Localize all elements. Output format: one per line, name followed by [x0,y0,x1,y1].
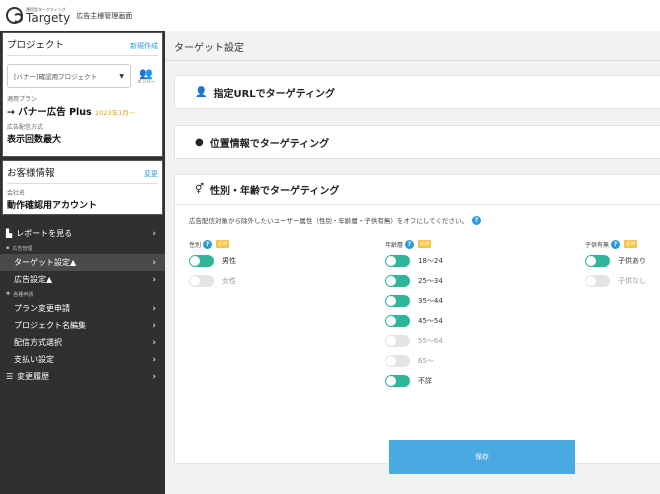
customer-title: お客様情報 [7,168,55,179]
gear-icon: ✱ [6,291,11,297]
chevron-right-icon: › [152,228,156,239]
logo[interactable]: 運用型ターゲティング Targety [6,7,70,24]
description: 広告配信対象から除外したいユーザー属性（性別・年齢層・子供有無）をオフにしてくだ… [189,215,481,225]
help-icon[interactable]: ? [203,239,213,249]
ads-section-icon: ▪ [6,245,10,251]
user-plus-icon: 👤 [195,86,208,98]
project-select-value: [バナー]確認用プロジェクト [14,73,98,81]
help-icon[interactable]: ? [405,239,415,249]
page-title: ターゲット設定 [174,43,244,54]
toggle-switch[interactable] [585,275,610,287]
map-pin-icon: ● [195,136,204,148]
help-icon[interactable]: ? [611,239,621,249]
required-badge: 必須 [624,240,638,248]
customer-box: お客様情報 変更 会社名 動作確認用アカウント [2,160,163,215]
toggle-switch[interactable] [385,355,410,367]
member-label: メンバー [137,79,155,85]
age-option-45-54[interactable]: 45〜54 [385,311,443,331]
age-option-55-64[interactable]: 55〜64 [385,331,443,351]
header-title: 広告主様管理画面 [76,11,133,20]
save-button[interactable]: 保存 [389,440,575,474]
new-project-link[interactable]: 新規作成 [130,41,158,51]
gender-label: 性別 [189,241,202,249]
gender-group: 性別 ? 必須 男性 女性 [189,239,236,291]
project-title: プロジェクト [7,40,65,51]
nav-ad-settings[interactable]: 広告設定▲ › [0,271,165,288]
chart-icon: ▙ [6,229,13,238]
plan-value: → バナー広告 Plus 2023年1月〜 [7,107,136,118]
nav-history[interactable]: ☰ 変更履歴 › [0,368,165,385]
main-content: ターゲット設定 👤 指定URLでターゲティング ● 位置情報でターゲティング ⚥… [165,31,660,494]
toggle-switch[interactable] [585,255,610,267]
age-label: 年齢層 [385,241,404,249]
required-badge: 必須 [418,240,432,248]
caret-down-icon: ▼ [119,72,124,80]
nav-project-edit[interactable]: プロジェクト名編集 › [0,317,165,334]
chevron-right-icon: › [152,257,156,268]
gender-icon: ⚥ [195,184,205,195]
card-url-targeting[interactable]: 👤 指定URLでターゲティング [174,75,660,109]
card-demo-title: 性別・年齢でターゲティング [210,186,340,197]
children-group: 子供有無 ? 必須 子供あり 子供なし [585,239,646,291]
nav-section-apply: ✱ 各種申請 [6,291,34,298]
divider [165,60,660,61]
toggle-switch[interactable] [189,255,214,267]
nav-payment[interactable]: 支払い設定 › [0,351,165,368]
chevron-right-icon: › [152,303,156,314]
project-box: プロジェクト 新規作成 [バナー]確認用プロジェクト ▼ 👥 メンバー 適用プラ… [2,32,163,157]
age-option-25-34[interactable]: 25〜34 [385,271,443,291]
sidebar: プロジェクト 新規作成 [バナー]確認用プロジェクト ▼ 👥 メンバー 適用プラ… [0,31,165,494]
delivery-value: 表示回数最大 [7,135,62,145]
project-select[interactable]: [バナー]確認用プロジェクト ▼ [7,64,131,88]
nav-target-settings[interactable]: ターゲット設定▲ › [0,254,165,271]
card-url-title: 指定URLでターゲティング [213,88,336,100]
age-group: 年齢層 ? 必須 18〜24 25〜34 35〜44 45〜54 55〜64 6… [385,239,443,391]
toggle-switch[interactable] [385,275,410,287]
toggle-switch[interactable] [385,375,410,387]
nav-delivery-select[interactable]: 配信方式選択 › [0,334,165,351]
toggle-switch[interactable] [385,335,410,347]
card-demographic-targeting: ⚥ 性別・年齢でターゲティング 広告配信対象から除外したいユーザー属性（性別・年… [174,174,660,464]
help-icon[interactable]: ? [471,215,481,225]
members-icon: 👥 [139,66,153,80]
chevron-right-icon: › [152,320,156,331]
age-option-65-plus[interactable]: 65〜 [385,351,443,371]
member-button[interactable]: 👥 メンバー [137,68,155,85]
card-geo-title: 位置情報でターゲティング [209,138,330,150]
chevron-right-icon: › [152,337,156,348]
children-label: 子供有無 [585,241,610,249]
logo-name: Targety [26,10,71,25]
company-label: 会社名 [7,190,26,197]
nav-plan-change[interactable]: プラン変更申請 › [0,300,165,317]
delivery-label: 広告配信方式 [7,124,44,131]
toggle-switch[interactable] [385,315,410,327]
company-value: 動作確認用アカウント [7,201,98,211]
app-header: 運用型ターゲティング Targety 広告主様管理画面 [0,0,660,31]
customer-edit-link[interactable]: 変更 [144,169,158,179]
nav-report[interactable]: ▙ レポートを見る › [0,225,165,242]
gender-option-male[interactable]: 男性 [189,251,236,271]
sidebar-nav: ▙ レポートを見る › ▪ 広告管理 ターゲット設定▲ › 広告設定▲ › ✱ 各種申… [0,225,165,385]
chevron-right-icon: › [152,274,156,285]
chevron-right-icon: › [152,371,156,382]
logo-mark-icon [6,7,23,24]
toggle-switch[interactable] [189,275,214,287]
children-option-yes[interactable]: 子供あり [585,251,646,271]
age-option-unknown[interactable]: 不詳 [385,371,443,391]
chevron-right-icon: › [152,354,156,365]
age-option-35-44[interactable]: 35〜44 [385,291,443,311]
toggle-switch[interactable] [385,295,410,307]
plan-date: 2023年1月〜 [95,109,136,117]
nav-section-ads: ▪ 広告管理 [6,245,33,252]
children-option-no[interactable]: 子供なし [585,271,646,291]
gender-option-female[interactable]: 女性 [189,271,236,291]
plan-label: 適用プラン [7,96,38,103]
required-badge: 必須 [216,240,230,248]
list-icon: ☰ [6,372,14,381]
toggle-switch[interactable] [385,255,410,267]
card-geo-targeting[interactable]: ● 位置情報でターゲティング [174,125,660,159]
age-option-18-24[interactable]: 18〜24 [385,251,443,271]
